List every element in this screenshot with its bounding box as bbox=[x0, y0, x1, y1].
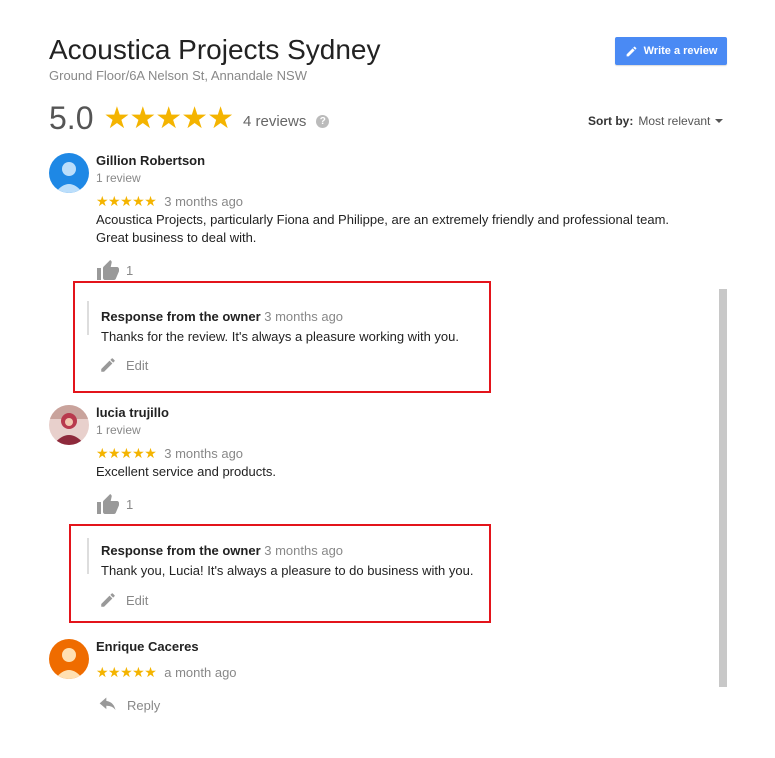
review-rating: ★★★★★ 3 months ago bbox=[96, 193, 243, 210]
overall-rating: 5.0 ★★★★★ 4 reviews ? bbox=[49, 100, 330, 137]
review-stars: ★★★★★ bbox=[96, 445, 157, 461]
reviewer-name[interactable]: lucia trujillo bbox=[96, 405, 169, 420]
review-rating: ★★★★★ a month ago bbox=[96, 664, 237, 681]
response-heading: Response from the owner bbox=[101, 309, 261, 324]
like-button[interactable]: 1 bbox=[96, 493, 133, 515]
avatar[interactable] bbox=[49, 153, 89, 193]
write-review-label: Write a review bbox=[643, 45, 718, 57]
edit-label: Edit bbox=[126, 357, 149, 373]
review-count-link[interactable]: 4 reviews bbox=[243, 113, 306, 130]
reviewer-name[interactable]: Gillion Robertson bbox=[96, 153, 205, 168]
person-photo-icon bbox=[49, 405, 89, 445]
review-stars: ★★★★★ bbox=[96, 193, 157, 209]
response-text: Thank you, Lucia! It's always a pleasure… bbox=[101, 563, 474, 578]
reply-icon bbox=[99, 697, 116, 710]
reply-button[interactable]: Reply bbox=[98, 697, 160, 713]
like-count: 1 bbox=[126, 262, 134, 278]
response-header: Response from the owner 3 months ago bbox=[101, 309, 343, 324]
response-quote-bar bbox=[87, 538, 89, 574]
pencil-icon bbox=[626, 46, 636, 56]
person-avatar-icon bbox=[49, 639, 89, 679]
response-text: Thanks for the review. It's always a ple… bbox=[101, 329, 459, 344]
reply-label: Reply bbox=[127, 697, 161, 713]
owner-response-highlight: Response from the owner 3 months ago Tha… bbox=[73, 281, 491, 393]
edit-label: Edit bbox=[126, 592, 149, 608]
reviewer-review-count: 1 review bbox=[96, 423, 141, 437]
pencil-icon bbox=[101, 593, 115, 607]
review-date: 3 months ago bbox=[164, 194, 244, 209]
help-circle-icon[interactable]: ? bbox=[316, 115, 330, 128]
write-review-button[interactable]: Write a review bbox=[615, 37, 727, 65]
review-stars: ★★★★★ bbox=[96, 664, 157, 680]
response-header: Response from the owner 3 months ago bbox=[101, 543, 343, 558]
scrollbar-thumb[interactable] bbox=[719, 289, 727, 687]
review-date: a month ago bbox=[164, 665, 237, 680]
pencil-icon bbox=[101, 358, 115, 372]
like-button[interactable]: 1 bbox=[96, 259, 133, 281]
response-date: 3 months ago bbox=[264, 543, 344, 558]
thumbs-up-icon bbox=[97, 494, 119, 514]
sort-label: Sort by: bbox=[588, 114, 634, 128]
review-date: 3 months ago bbox=[164, 446, 244, 461]
thumbs-up-icon bbox=[97, 260, 119, 280]
like-count: 1 bbox=[126, 496, 134, 512]
caret-down-icon bbox=[715, 119, 724, 123]
business-name: Acoustica Projects Sydney bbox=[49, 34, 381, 65]
sort-value: Most relevant bbox=[638, 114, 711, 128]
response-quote-bar bbox=[87, 301, 89, 335]
sort-dropdown[interactable]: Sort by: Most relevant bbox=[588, 114, 724, 128]
response-heading: Response from the owner bbox=[101, 543, 261, 558]
edit-response-button[interactable]: Edit bbox=[99, 356, 148, 374]
rating-value: 5.0 bbox=[49, 100, 94, 136]
business-address: Ground Floor/6A Nelson St, Annandale NSW bbox=[49, 68, 307, 83]
avatar[interactable] bbox=[49, 639, 89, 679]
review-text: Acoustica Projects, particularly Fiona a… bbox=[96, 212, 670, 245]
reviewer-review-count: 1 review bbox=[96, 171, 141, 185]
person-avatar-icon bbox=[49, 153, 89, 193]
response-date: 3 months ago bbox=[264, 309, 344, 324]
reviewer-name[interactable]: Enrique Caceres bbox=[96, 639, 199, 654]
review-rating: ★★★★★ 3 months ago bbox=[96, 445, 243, 462]
edit-response-button[interactable]: Edit bbox=[99, 591, 148, 609]
rating-stars: ★★★★★ bbox=[103, 102, 233, 135]
owner-response-highlight: Response from the owner 3 months ago Tha… bbox=[69, 524, 491, 623]
review-text: Excellent service and products. bbox=[96, 464, 276, 479]
avatar[interactable] bbox=[49, 405, 89, 445]
